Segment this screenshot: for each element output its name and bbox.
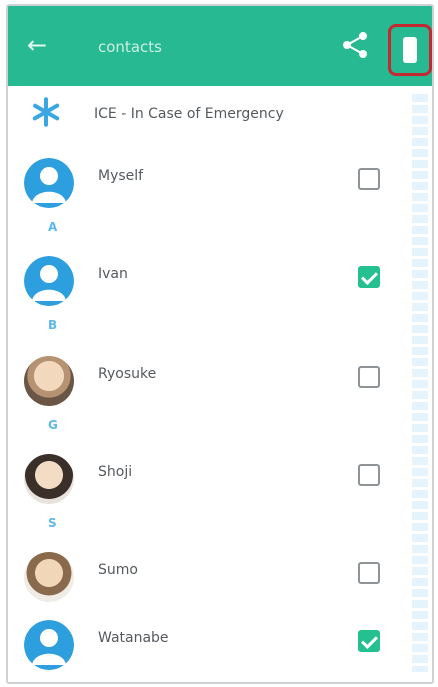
overflow-menu-button[interactable] [388,24,432,76]
contact-checkbox[interactable] [358,168,380,190]
contact-photo-avatar [24,454,74,504]
contact-photo-avatar [24,356,74,406]
app-bar: ← contacts [8,6,432,86]
contact-row[interactable]: Ivan [8,246,402,310]
contact-row[interactable]: Sumo [8,542,402,606]
contact-checkbox[interactable] [358,562,380,584]
more-vert-icon [403,37,417,63]
contact-checkbox-checked[interactable] [358,266,380,288]
person-icon [24,158,74,208]
contact-row[interactable]: Myself [8,148,402,212]
section-letter: G [48,418,58,432]
contact-checkbox-checked[interactable] [358,630,380,652]
contact-checkbox[interactable] [358,366,380,388]
arrow-left-icon[interactable]: ← [24,32,50,58]
ice-label: ICE - In Case of Emergency [94,106,284,122]
contact-name: Myself [98,168,144,184]
section-letter: A [48,220,58,234]
contact-name: Shoji [98,464,133,480]
index-scrollbar[interactable] [412,94,428,672]
ice-row[interactable]: ICE - In Case of Emergency [8,86,402,150]
contact-row[interactable]: Shoji [8,444,402,508]
app-bar-title: contacts [98,38,162,56]
contact-row[interactable]: Ryosuke [8,346,402,410]
section-letter: B [48,318,58,332]
person-icon [24,256,74,306]
app-window: ← contacts ICE - In Case of Emergency My… [6,4,434,684]
share-icon[interactable] [340,30,370,60]
contact-name: Ryosuke [98,366,157,382]
contact-name: Watanabe [98,630,169,646]
contact-name: Ivan [98,266,128,282]
contact-checkbox[interactable] [358,464,380,486]
contact-list: ICE - In Case of Emergency Myself A Ivan… [8,86,432,682]
contact-photo-avatar [24,552,74,602]
contact-name: Sumo [98,562,138,578]
asterisk-star-icon [30,96,70,136]
contact-row[interactable]: Watanabe [8,610,402,674]
section-letter: S [48,516,57,530]
person-icon [24,620,74,670]
